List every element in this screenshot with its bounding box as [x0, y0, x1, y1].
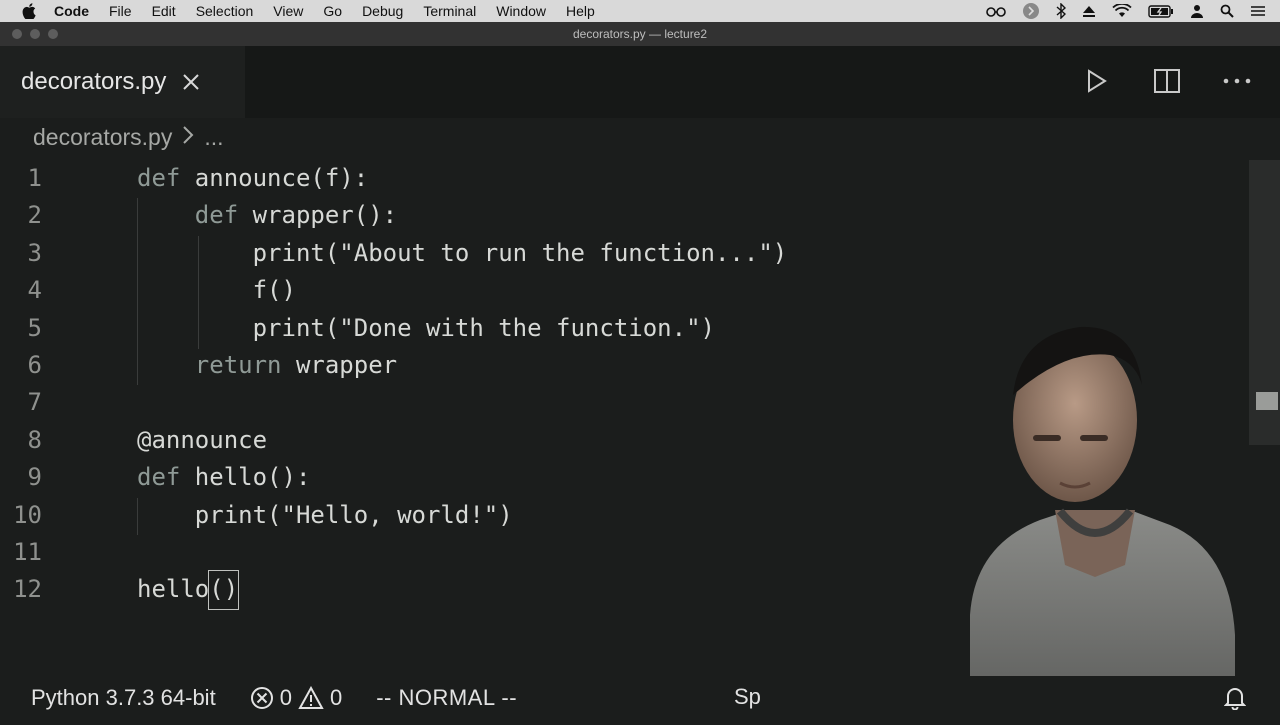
code-text: def wrapper(): [137, 197, 397, 234]
menu-window[interactable]: Window [496, 3, 546, 19]
code-line[interactable]: 1 def announce(f): [0, 160, 1240, 197]
line-number: 9 [27, 463, 42, 492]
code-token: hello(): [180, 463, 311, 492]
code-token: wrapper(): [238, 201, 398, 230]
line-number: 2 [27, 201, 42, 230]
python-interpreter[interactable]: Python 3.7.3 64-bit [31, 685, 216, 711]
chevron-right-icon [182, 124, 194, 151]
window-title: decorators.py — lecture2 [572, 27, 708, 41]
wifi-icon[interactable] [1112, 4, 1132, 18]
menubar-status-area [986, 0, 1266, 22]
cursor-match-highlight: () [208, 570, 240, 610]
bell-icon[interactable] [1223, 686, 1247, 716]
bluetooth-icon[interactable] [1056, 3, 1066, 19]
menu-edit[interactable]: Edit [152, 3, 176, 19]
line-number: 11 [13, 537, 42, 566]
more-actions-icon[interactable] [1222, 66, 1252, 96]
code-token: @announce [137, 425, 268, 454]
code-token: wrapper [281, 350, 398, 379]
editor-tab-bar: decorators.py [0, 46, 1280, 118]
tab-label: decorators.py [21, 68, 167, 95]
code-text: print("About to run the function...") [137, 235, 788, 272]
menu-go[interactable]: Go [323, 3, 342, 19]
menu-code[interactable]: Code [54, 3, 89, 19]
status-bar: Python 3.7.3 64-bit 0 0 -- NORMAL -- Sp [0, 676, 1280, 720]
code-text: print("Done with the function.") [137, 310, 715, 347]
zoom-window-button[interactable] [48, 29, 58, 39]
user-icon[interactable] [1190, 4, 1204, 18]
menu-help[interactable]: Help [566, 3, 595, 19]
editor-tab-decorators[interactable]: decorators.py [0, 46, 245, 118]
window-title-bar: decorators.py — lecture2 [0, 22, 1280, 46]
code-line[interactable]: 3 print("About to run the function...") [0, 235, 1240, 272]
siri-icon[interactable] [1022, 2, 1040, 20]
line-number: 7 [27, 388, 42, 417]
control-center-icon[interactable] [1250, 5, 1266, 17]
search-icon[interactable] [1220, 4, 1234, 18]
close-window-button[interactable] [12, 29, 22, 39]
presenter-video [697, 315, 1240, 720]
error-count: 0 [279, 685, 292, 710]
code-token: print("Hello, world!") [194, 500, 513, 529]
breadcrumb-more[interactable]: ... [204, 124, 223, 151]
vim-mode: -- NORMAL -- [376, 685, 518, 710]
menu-file[interactable]: File [109, 3, 132, 19]
code-text: f() [137, 272, 296, 309]
glasses-icon[interactable] [986, 5, 1006, 17]
window-controls [12, 29, 58, 39]
code-text: def hello(): [137, 459, 310, 496]
menu-bar: Code File Edit Selection View Go Debug T… [0, 0, 1280, 22]
code-text: return wrapper [137, 347, 397, 384]
code-text: def announce(f): [137, 160, 368, 197]
run-icon[interactable] [1082, 66, 1112, 96]
battery-icon[interactable] [1148, 4, 1174, 18]
line-number: 1 [27, 164, 42, 192]
close-icon[interactable] [182, 73, 200, 91]
code-token: hello [137, 575, 210, 604]
warning-icon [298, 686, 324, 710]
status-partial-item[interactable]: Sp [734, 684, 761, 710]
line-number: 12 [13, 575, 42, 604]
error-icon [250, 686, 274, 710]
code-token: f() [252, 276, 296, 305]
menu-debug[interactable]: Debug [362, 3, 403, 19]
scrollbar-thumb[interactable] [1256, 392, 1278, 410]
menu-terminal[interactable]: Terminal [423, 3, 476, 19]
code-keyword: return [194, 350, 282, 379]
code-line[interactable]: 2 def wrapper(): [0, 197, 1240, 234]
code-text: hello() [137, 570, 240, 610]
breadcrumb: decorators.py ... [33, 124, 224, 151]
line-number: 4 [27, 276, 42, 305]
eject-icon[interactable] [1082, 4, 1096, 18]
line-number: 5 [27, 313, 42, 342]
menu-selection[interactable]: Selection [196, 3, 254, 19]
code-keyword: def [194, 201, 239, 230]
split-editor-icon[interactable] [1152, 66, 1182, 96]
code-keyword: def [137, 463, 181, 492]
code-token: announce(f): [180, 164, 369, 192]
menu-view[interactable]: View [273, 3, 303, 19]
minimize-window-button[interactable] [30, 29, 40, 39]
apple-menu-icon[interactable] [20, 3, 38, 19]
editor-actions [1082, 66, 1252, 96]
line-number: 3 [27, 238, 42, 267]
line-number: 8 [27, 425, 42, 454]
code-line[interactable]: 4 f() [0, 272, 1240, 309]
line-number: 10 [13, 500, 42, 529]
breadcrumb-file[interactable]: decorators.py [33, 124, 172, 151]
problems-indicator[interactable]: 0 0 [250, 685, 343, 711]
code-text: @announce [137, 422, 267, 459]
code-token: print("Done with the function.") [252, 313, 715, 342]
code-token: print("About to run the function...") [252, 238, 788, 267]
warning-count: 0 [329, 685, 343, 710]
line-number: 6 [27, 350, 42, 379]
code-text: print("Hello, world!") [137, 497, 513, 534]
code-keyword: def [137, 164, 181, 192]
